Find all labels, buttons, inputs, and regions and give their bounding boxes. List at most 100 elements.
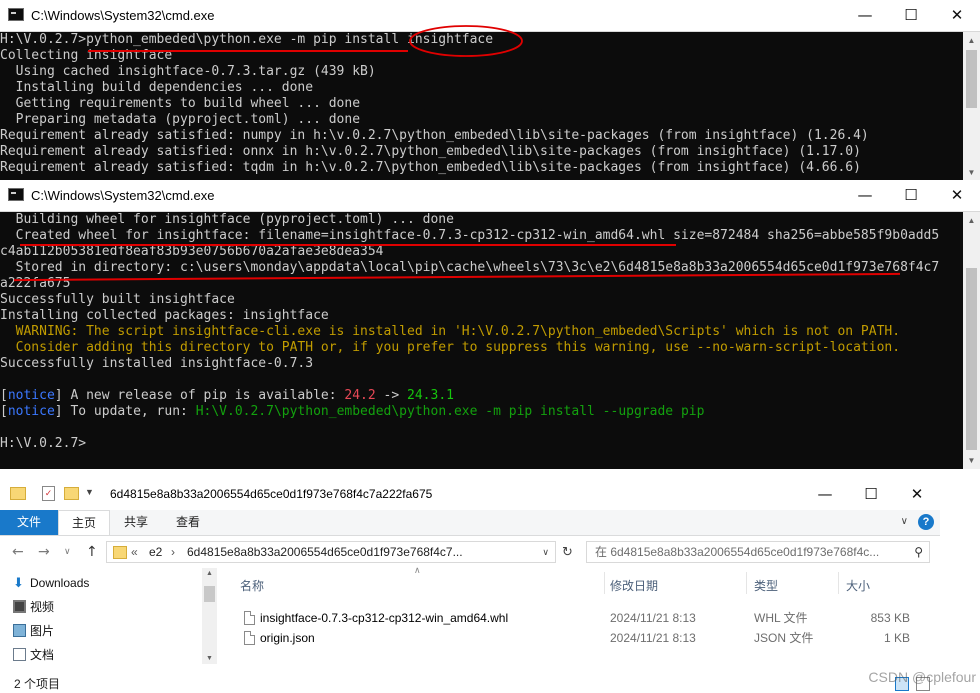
document-icon: [13, 648, 26, 661]
scroll-thumb[interactable]: [204, 586, 215, 602]
new-folder-icon[interactable]: [64, 487, 79, 500]
cmd-window-2-scrollbar[interactable]: ▲ ▼: [963, 212, 980, 469]
column-header-name[interactable]: 名称: [240, 577, 264, 594]
console-text: Successfully installed insightface-0.7.3: [0, 356, 314, 371]
recent-dropdown-icon[interactable]: ∨: [64, 547, 71, 557]
ribbon-expand-icon[interactable]: ∨: [901, 516, 908, 527]
file-row[interactable]: origin.json 2024/11/21 8:13 JSON 文件 1 KB: [240, 628, 930, 648]
console-text: [: [0, 404, 8, 419]
search-input[interactable]: 在 6d4815e8a8b33a2006554d65ce0d1f973e768f…: [586, 541, 930, 563]
scroll-up-icon[interactable]: ▲: [963, 212, 980, 229]
file-size: 853 KB: [870, 611, 910, 625]
scroll-thumb[interactable]: [966, 50, 977, 108]
tab-file[interactable]: 文件: [0, 510, 58, 535]
console-line: Requirement already satisfied: tqdm in h…: [0, 160, 869, 176]
navigation-pane-scrollbar[interactable]: ▲ ▼: [202, 568, 217, 664]
console-text: Using cached insightface-0.7.3.tar.gz (4…: [0, 64, 376, 79]
nav-item-downloads[interactable]: ⬇ Downloads: [13, 573, 89, 593]
file-date: 2024/11/21 8:13: [610, 611, 696, 625]
scroll-up-icon[interactable]: ▲: [963, 32, 980, 49]
sort-indicator-icon: ∧: [414, 565, 421, 575]
console-text: WARNING: The script insightface-cli.exe …: [0, 324, 901, 339]
address-box[interactable]: « e2 › 6d4815e8a8b33a2006554d65ce0d1f973…: [106, 541, 556, 563]
column-header-date[interactable]: 修改日期: [610, 577, 658, 594]
search-icon[interactable]: ⚲: [914, 542, 923, 562]
console-text: ] A new release of pip is available:: [54, 388, 345, 403]
console-text: ->: [375, 388, 408, 403]
minimize-button[interactable]: —: [802, 479, 848, 510]
scroll-thumb[interactable]: [966, 268, 977, 450]
breadcrumb-overflow[interactable]: «: [131, 542, 138, 562]
nav-item-pictures[interactable]: 图片: [13, 621, 54, 641]
file-row[interactable]: insightface-0.7.3-cp312-cp312-win_amd64.…: [240, 608, 930, 628]
console-line: Created wheel for insightface: filename=…: [0, 228, 940, 244]
console-line: Getting requirements to build wheel ... …: [0, 96, 869, 112]
quick-access-dropdown-icon[interactable]: ▼: [85, 487, 94, 497]
up-arrow-icon[interactable]: ↑: [86, 544, 98, 560]
breadcrumb-separator[interactable]: ›: [171, 542, 175, 562]
column-header-size[interactable]: 大小: [846, 577, 870, 594]
nav-item-documents[interactable]: 文档: [13, 645, 55, 665]
console-text: notice: [7, 404, 55, 419]
tab-view[interactable]: 查看: [162, 510, 214, 535]
column-header-type[interactable]: 类型: [754, 577, 778, 594]
back-arrow-icon[interactable]: ←: [12, 544, 24, 560]
search-placeholder: 在 6d4815e8a8b33a2006554d65ce0d1f973e768f…: [595, 545, 880, 559]
tab-share[interactable]: 共享: [110, 510, 162, 535]
cmd-window-1-scrollbar[interactable]: ▲ ▼: [963, 32, 980, 181]
breadcrumb-current[interactable]: 6d4815e8a8b33a2006554d65ce0d1f973e768f4c…: [187, 542, 463, 562]
cmd-window-2-titlebar[interactable]: C:\Windows\System32\cmd.exe — ☐ ✕: [0, 180, 980, 212]
console-text: Getting requirements to build wheel ... …: [0, 96, 361, 111]
nav-item-label: 文档: [30, 648, 55, 662]
forward-arrow-icon[interactable]: →: [38, 544, 50, 560]
close-button[interactable]: ✕: [934, 0, 980, 31]
video-icon: [13, 600, 26, 613]
console-line: Requirement already satisfied: numpy in …: [0, 128, 869, 144]
close-button[interactable]: ✕: [894, 479, 940, 510]
help-icon[interactable]: ?: [918, 514, 934, 530]
scroll-down-icon[interactable]: ▼: [963, 452, 980, 469]
console-line: Preparing metadata (pyproject.toml) ... …: [0, 112, 869, 128]
explorer-titlebar[interactable]: ✓ ▼ 6d4815e8a8b33a2006554d65ce0d1f973e76…: [0, 479, 940, 510]
cmd-window-2-title: C:\Windows\System32\cmd.exe: [31, 188, 215, 203]
scroll-down-icon[interactable]: ▼: [963, 164, 980, 181]
maximize-button[interactable]: ☐: [848, 479, 894, 510]
scroll-down-icon[interactable]: ▼: [202, 655, 217, 662]
navigation-pane[interactable]: ⬇ Downloads 视频 图片 文档 ▲ ▼: [0, 568, 218, 676]
address-dropdown-icon[interactable]: ∨: [542, 542, 549, 562]
file-list[interactable]: ∧ 名称 修改日期 类型 大小 insightface-0.7.3-cp312-…: [218, 565, 940, 676]
close-button[interactable]: ✕: [934, 180, 980, 211]
item-count: 2 个项目: [14, 677, 61, 691]
cmd-icon: [8, 188, 24, 201]
maximize-button[interactable]: ☐: [888, 0, 934, 31]
minimize-button[interactable]: —: [842, 0, 888, 31]
cmd-window-2[interactable]: C:\Windows\System32\cmd.exe — ☐ ✕ Buildi…: [0, 180, 980, 469]
file-name: origin.json: [260, 631, 315, 645]
console-text: Consider adding this directory to PATH o…: [0, 340, 901, 355]
console-text: Requirement already satisfied: numpy in …: [0, 128, 869, 143]
column-separator: [838, 572, 839, 594]
cmd-window-2-console[interactable]: Building wheel for insightface (pyprojec…: [0, 212, 939, 452]
download-icon: ⬇: [13, 575, 24, 590]
console-line: H:\V.0.2.7>: [0, 436, 939, 452]
breadcrumb-e2[interactable]: e2: [149, 542, 162, 562]
file-icon: [244, 631, 255, 645]
refresh-icon[interactable]: ↻: [562, 544, 573, 560]
minimize-button[interactable]: —: [842, 180, 888, 211]
status-bar: 2 个项目: [0, 676, 940, 693]
nav-item-videos[interactable]: 视频: [13, 597, 54, 617]
explorer-title: 6d4815e8a8b33a2006554d65ce0d1f973e768f4c…: [110, 487, 433, 501]
console-text: Installing collected packages: insightfa…: [0, 308, 329, 323]
tab-home[interactable]: 主页: [58, 510, 110, 535]
file-type: WHL 文件: [754, 611, 808, 625]
console-text: [: [0, 388, 8, 403]
file-explorer-window[interactable]: ✓ ▼ 6d4815e8a8b33a2006554d65ce0d1f973e76…: [0, 479, 940, 693]
file-type: JSON 文件: [754, 631, 814, 645]
properties-icon[interactable]: ✓: [42, 486, 55, 501]
console-text: Preparing metadata (pyproject.toml) ... …: [0, 112, 361, 127]
maximize-button[interactable]: ☐: [888, 180, 934, 211]
column-separator: [604, 572, 605, 594]
console-line: Successfully installed insightface-0.7.3: [0, 356, 939, 372]
scroll-up-icon[interactable]: ▲: [202, 570, 217, 577]
